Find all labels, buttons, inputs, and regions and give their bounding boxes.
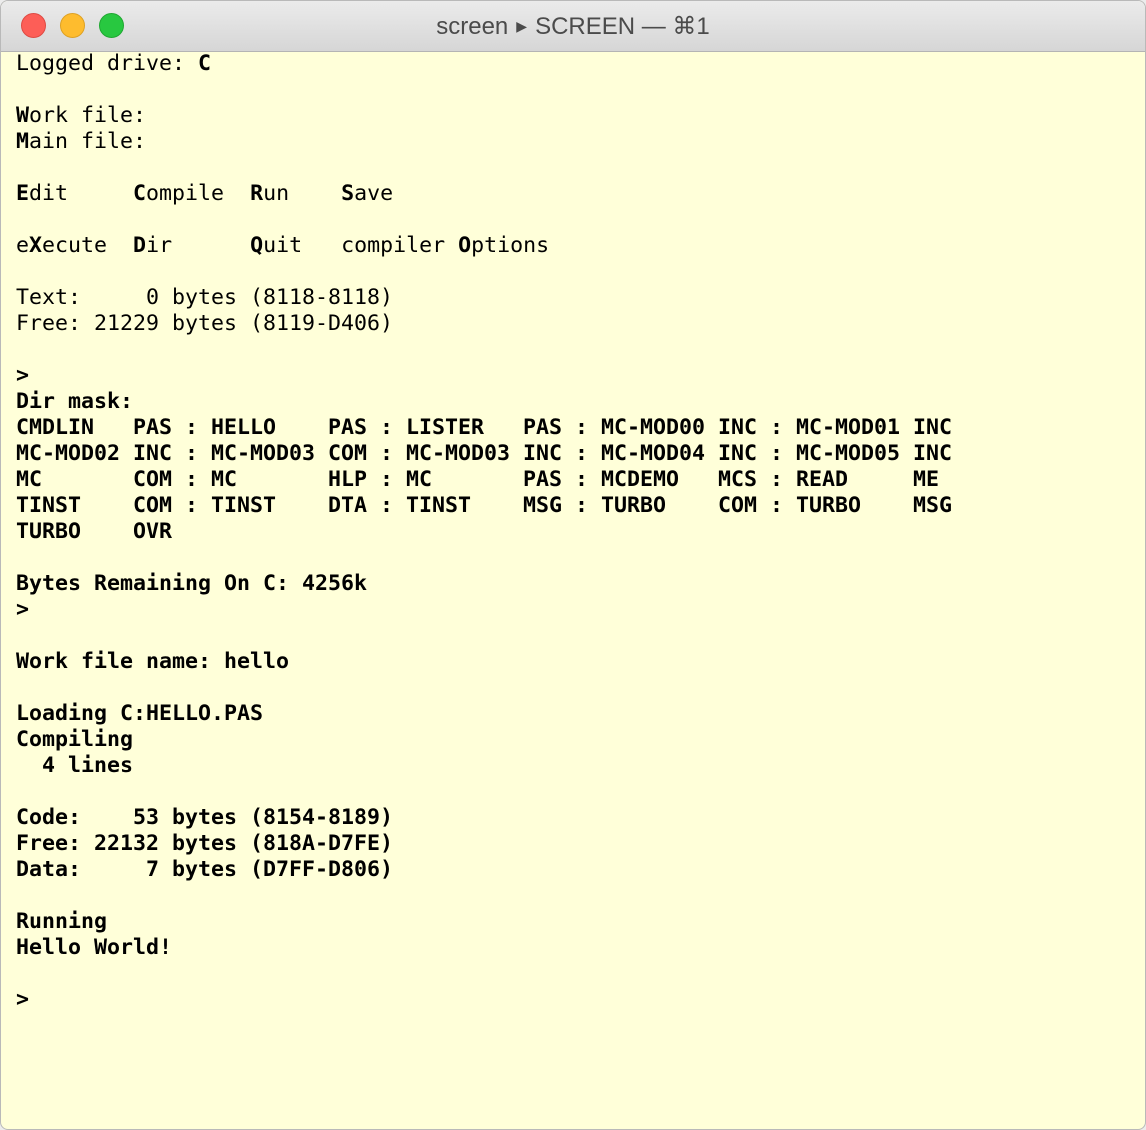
terminal-text: ompile	[146, 181, 251, 206]
terminal-text: uit compiler	[263, 233, 459, 258]
terminal-text: MC-MOD02 INC : MC-MOD03 COM : MC-MOD03 I…	[16, 441, 953, 466]
terminal-text: >	[16, 363, 30, 388]
terminal-line: Free: 21229 bytes (8119-D406)	[16, 311, 1137, 337]
terminal-line: Code: 53 bytes (8154-8189)	[16, 805, 1137, 831]
terminal-text: C	[198, 51, 212, 76]
terminal-text: 4 lines	[16, 753, 134, 778]
terminal-line: TINST COM : TINST DTA : TINST MSG : TURB…	[16, 493, 1137, 519]
terminal-line: eXecute Dir Quit compiler Options	[16, 233, 1137, 259]
terminal-line: Bytes Remaining On C: 4256k	[16, 571, 1137, 597]
terminal-text: Free: 22132 bytes (818A-D7FE)	[16, 831, 394, 856]
terminal-line: 4 lines	[16, 753, 1137, 779]
terminal-line: Work file name: hello	[16, 649, 1137, 675]
terminal-text: un	[263, 181, 342, 206]
terminal-text: ave	[354, 181, 394, 206]
terminal-line: Work file:	[16, 103, 1137, 129]
terminal-text: Free: 21229 bytes (8119-D406)	[16, 311, 394, 336]
terminal-text: ecute	[42, 233, 134, 258]
terminal-text: TINST COM : TINST DTA : TINST MSG : TURB…	[16, 493, 953, 518]
terminal-text: X	[29, 233, 43, 258]
terminal-line: Hello World!	[16, 935, 1137, 961]
title-bar[interactable]: screen ▶ SCREEN — ⌘1	[1, 1, 1145, 52]
terminal-line: MC-MOD02 INC : MC-MOD03 COM : MC-MOD03 I…	[16, 441, 1137, 467]
terminal-line: >	[16, 363, 1137, 389]
terminal-text: Code: 53 bytes (8154-8189)	[16, 805, 394, 830]
terminal-text: O	[458, 233, 472, 258]
terminal-line: Dir mask:	[16, 389, 1137, 415]
terminal-text: Dir mask:	[16, 389, 134, 414]
terminal-line: Compiling	[16, 727, 1137, 753]
terminal-text: e	[16, 233, 30, 258]
terminal-text: W	[16, 103, 30, 128]
terminal-window: screen ▶ SCREEN — ⌘1 Logged drive: C Work f…	[0, 0, 1146, 1130]
terminal-line: TURBO OVR	[16, 519, 1137, 545]
window-title-left: screen	[436, 13, 509, 40]
terminal-line: Edit Compile Run Save	[16, 181, 1137, 207]
terminal-text: TURBO OVR	[16, 519, 173, 544]
terminal-text: Data: 7 bytes (D7FF-D806)	[16, 857, 394, 882]
window-title: screen ▶ SCREEN — ⌘1	[1, 12, 1145, 41]
terminal-line: MC COM : MC HLP : MC PAS : MCDEMO MCS : …	[16, 467, 1137, 493]
terminal-line: Free: 22132 bytes (818A-D7FE)	[16, 831, 1137, 857]
terminal-text: Text: 0 bytes (8118-8118)	[16, 285, 394, 310]
terminal-text: MC COM : MC HLP : MC PAS : MCDEMO MCS : …	[16, 467, 940, 492]
terminal-text: C	[133, 181, 147, 206]
terminal-text: S	[341, 181, 355, 206]
terminal-text: Work file name: hello	[16, 649, 290, 674]
terminal-text: E	[16, 181, 30, 206]
terminal-text: Logged drive:	[16, 51, 199, 76]
terminal-text: ork file:	[29, 103, 147, 128]
terminal-line: CMDLIN PAS : HELLO PAS : LISTER PAS : MC…	[16, 415, 1137, 441]
terminal-text: >	[16, 597, 30, 622]
terminal-line: Running	[16, 909, 1137, 935]
terminal-output[interactable]: Logged drive: C Work file: Main file: Edit …	[16, 51, 1137, 1129]
terminal-line: Loading C:HELLO.PAS	[16, 701, 1137, 727]
terminal-text: dit	[29, 181, 134, 206]
terminal-text: ptions	[471, 233, 550, 258]
terminal-line: >	[16, 597, 1137, 623]
window-title-right: SCREEN — ⌘1	[535, 13, 710, 40]
terminal-text: ain file:	[29, 129, 147, 154]
terminal-text: CMDLIN PAS : HELLO PAS : LISTER PAS : MC…	[16, 415, 953, 440]
chevron-right-icon: ▶	[516, 18, 528, 34]
terminal-line: Data: 7 bytes (D7FF-D806)	[16, 857, 1137, 883]
terminal-line: Logged drive: C	[16, 51, 1137, 77]
terminal-text: Loading C:HELLO.PAS	[16, 701, 264, 726]
terminal-text: Bytes Remaining On C: 4256k	[16, 571, 368, 596]
terminal-text: ir	[146, 233, 251, 258]
terminal-text: Hello World!	[16, 935, 173, 960]
terminal-text: Compiling	[16, 727, 134, 752]
terminal-text: >	[16, 987, 30, 1012]
terminal-text: Q	[250, 233, 264, 258]
terminal-line: >	[16, 987, 1137, 1013]
terminal-line: Text: 0 bytes (8118-8118)	[16, 285, 1137, 311]
terminal-text: M	[16, 129, 30, 154]
terminal-text: R	[250, 181, 264, 206]
terminal-line: Main file:	[16, 129, 1137, 155]
terminal-text: D	[133, 233, 147, 258]
terminal-text: Running	[16, 909, 108, 934]
